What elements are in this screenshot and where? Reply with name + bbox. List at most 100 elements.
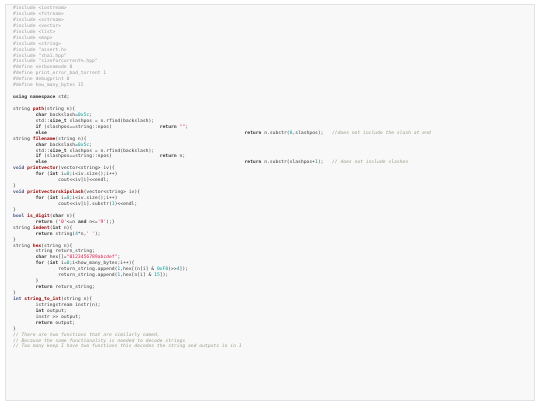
code-line: // Too many keep I have two functions th… bbox=[13, 344, 431, 350]
code-token: ]); bbox=[159, 273, 169, 279]
code-token: string( bbox=[52, 231, 76, 237]
code-lines: #include <iostream> #include <fstream> #in… bbox=[13, 6, 431, 350]
keyword-token: char bbox=[35, 142, 47, 148]
keyword-token: int bbox=[49, 172, 59, 178]
function-name-token: indent bbox=[32, 225, 50, 231]
code-token: std:: bbox=[13, 118, 50, 124]
preprocessor-token: #include "sha1.hpp" bbox=[13, 53, 67, 59]
keyword-token: char bbox=[35, 255, 47, 261]
code-token: (string n){ bbox=[44, 106, 76, 112]
function-name-token: filename bbox=[32, 136, 56, 142]
code-token: return_string.append( bbox=[13, 267, 118, 273]
code-token: } bbox=[13, 237, 16, 243]
code-token: string return_string; bbox=[13, 249, 95, 255]
code-token: string bbox=[13, 225, 33, 231]
code-token: output; bbox=[52, 320, 76, 326]
preprocessor-token: #define how_many_bytes 15 bbox=[13, 83, 84, 89]
code-token: slashpos = n.rfind(backslash); bbox=[66, 118, 155, 124]
keyword-token: int bbox=[35, 308, 45, 314]
code-token: (slashpos==string::npos) bbox=[41, 124, 160, 130]
string-token: '0' bbox=[58, 219, 67, 225]
code-token: n; bbox=[176, 154, 186, 160]
code-token: (vector<string> iv){ bbox=[58, 166, 115, 172]
code-token: } bbox=[13, 279, 39, 285]
keyword-token: int bbox=[52, 225, 61, 231]
code-token: hex[]= bbox=[46, 255, 67, 261]
code-token: ;i<iv.size();i++) bbox=[69, 196, 118, 201]
type-token: bool bbox=[13, 213, 25, 219]
function-name-token: hex bbox=[32, 243, 42, 249]
code-token: ;i<how_many_bytes;i++){ bbox=[69, 261, 135, 267]
keyword-token: return bbox=[35, 231, 53, 237]
code-viewer: #include <iostream> #include <fstream> #in… bbox=[5, 4, 535, 401]
keyword-token: return bbox=[35, 320, 53, 326]
code-token: std; bbox=[55, 95, 70, 101]
keyword-token: for bbox=[35, 261, 45, 267]
code-token: slashpos = n.rfind(backslash); bbox=[66, 148, 155, 154]
preprocessor-token: #include <string> bbox=[13, 41, 61, 47]
function-name-token: printvectorskipslash bbox=[27, 190, 84, 196]
code-token: istringstream instr(n); bbox=[13, 302, 101, 308]
preprocessor-token: #include <fstream> bbox=[13, 11, 64, 17]
preprocessor-token: #include <map> bbox=[13, 35, 53, 41]
keyword-token: for bbox=[35, 196, 45, 201]
code-token: } bbox=[13, 326, 16, 332]
number-token: 0x5c bbox=[77, 142, 90, 148]
string-token: ' ' bbox=[86, 231, 95, 237]
code-token: (string n){ bbox=[55, 136, 87, 142]
preprocessor-token: #include <sstream> bbox=[13, 17, 64, 23]
code-token: n){ bbox=[63, 213, 76, 219]
code-token: ; bbox=[89, 142, 93, 148]
code-token: ,slashpos); bbox=[292, 130, 332, 136]
keyword-token: else bbox=[35, 160, 47, 166]
keyword-token: int bbox=[49, 196, 59, 201]
code-token: ,hex[(n[i] & bbox=[120, 267, 157, 273]
keyword-token: return bbox=[159, 124, 177, 130]
string-token: '9' bbox=[97, 219, 107, 225]
code-token: } bbox=[13, 291, 16, 296]
code-token: (string n){ bbox=[60, 296, 93, 302]
code-token: ,hex[n[i] & bbox=[120, 273, 155, 279]
code-token: i= bbox=[58, 172, 67, 178]
keyword-token: return bbox=[244, 160, 262, 166]
function-name-token: string_to_int bbox=[24, 296, 61, 302]
code-token: cout<<iv[i]<<endl; bbox=[13, 178, 109, 184]
number-token: 0x5c bbox=[77, 112, 90, 118]
comment-token: // does not include slashes bbox=[331, 160, 409, 166]
keyword-token: size_t bbox=[49, 148, 67, 154]
code-token: n.substr(slashpos+ bbox=[261, 160, 315, 166]
keyword-token: using namespace bbox=[13, 95, 56, 101]
preprocessor-token: #include "sizeforcurrent%.hpp" bbox=[13, 59, 98, 65]
code-token: (string n){ bbox=[41, 243, 73, 249]
code-token: <=n bbox=[66, 219, 78, 225]
code-token: i= bbox=[58, 196, 67, 201]
keyword-token: char bbox=[35, 112, 47, 118]
code-token: i= bbox=[58, 261, 67, 267]
code-token: backslash= bbox=[46, 142, 78, 148]
keyword-token: char bbox=[52, 213, 64, 219]
code-token: ; bbox=[185, 124, 189, 130]
number-token: 0xF0 bbox=[156, 267, 169, 273]
code-token: output; bbox=[44, 308, 67, 314]
function-name-token: is_digit bbox=[27, 213, 50, 219]
code-token: ); bbox=[317, 160, 332, 166]
code-token: instr >> output; bbox=[13, 314, 81, 320]
code-token: ;i<iv.size();i++) bbox=[69, 172, 118, 178]
type-token: void bbox=[13, 190, 25, 196]
keyword-token: int bbox=[49, 261, 59, 267]
